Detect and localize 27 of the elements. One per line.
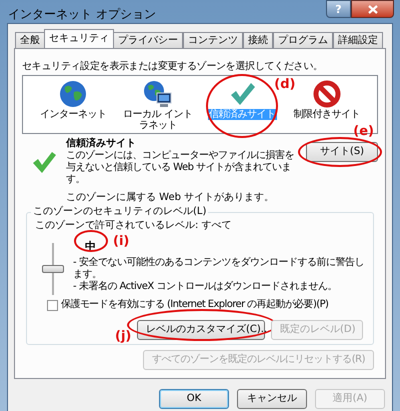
- tab[interactable]: プライバシー: [113, 32, 183, 48]
- tab[interactable]: セキュリティ: [44, 29, 114, 48]
- zone-item[interactable]: インターネット: [39, 80, 108, 120]
- zone-description: このゾーンには、コンピューターやファイルに損害を与えないと信頼している Web サイトが含まれています。: [66, 150, 295, 186]
- group-legend: このゾーンのセキュリティのレベル(L): [31, 206, 208, 218]
- window-title: インターネット オプション: [8, 6, 156, 23]
- tab[interactable]: 接続: [243, 32, 273, 48]
- allowed-levels-text: このゾーンで許可されているレベル: すべて: [35, 220, 233, 232]
- annotation-label: (j): [115, 328, 132, 346]
- tab[interactable]: 詳細設定: [333, 32, 383, 48]
- zone-note: このゾーンに属する Web サイトがあります。: [66, 192, 276, 204]
- level-description: - 安全でない可能性のあるコンテンツをダウンロードする前に警告します。: [73, 257, 365, 280]
- annotation-label: (e): [353, 123, 374, 141]
- sites-button[interactable]: サイト(S): [306, 142, 378, 162]
- annotation-label: (d): [274, 76, 296, 94]
- tab[interactable]: コンテンツ: [183, 32, 243, 48]
- checkbox-label: 保護モードを有効にする (Internet Explorer の再起動が必要)(P): [61, 299, 328, 311]
- dialog-button[interactable]: キャンセル: [237, 389, 307, 409]
- zone-item[interactable]: ローカル イントラネット: [120, 80, 196, 131]
- instruction-text: セキュリティ設定を表示または変更するゾーンを選択してください。: [22, 61, 324, 73]
- tab[interactable]: 全般: [15, 32, 45, 48]
- tab[interactable]: プログラム: [273, 32, 333, 48]
- dialog-button[interactable]: OK: [159, 389, 229, 409]
- zone-title: 信頼済みサイト: [66, 138, 137, 150]
- annotation-label: (i): [113, 233, 130, 251]
- level-name: 中: [85, 240, 96, 253]
- level-description: - 未署名の ActiveX コントロールはダウンロードされません。: [73, 281, 338, 293]
